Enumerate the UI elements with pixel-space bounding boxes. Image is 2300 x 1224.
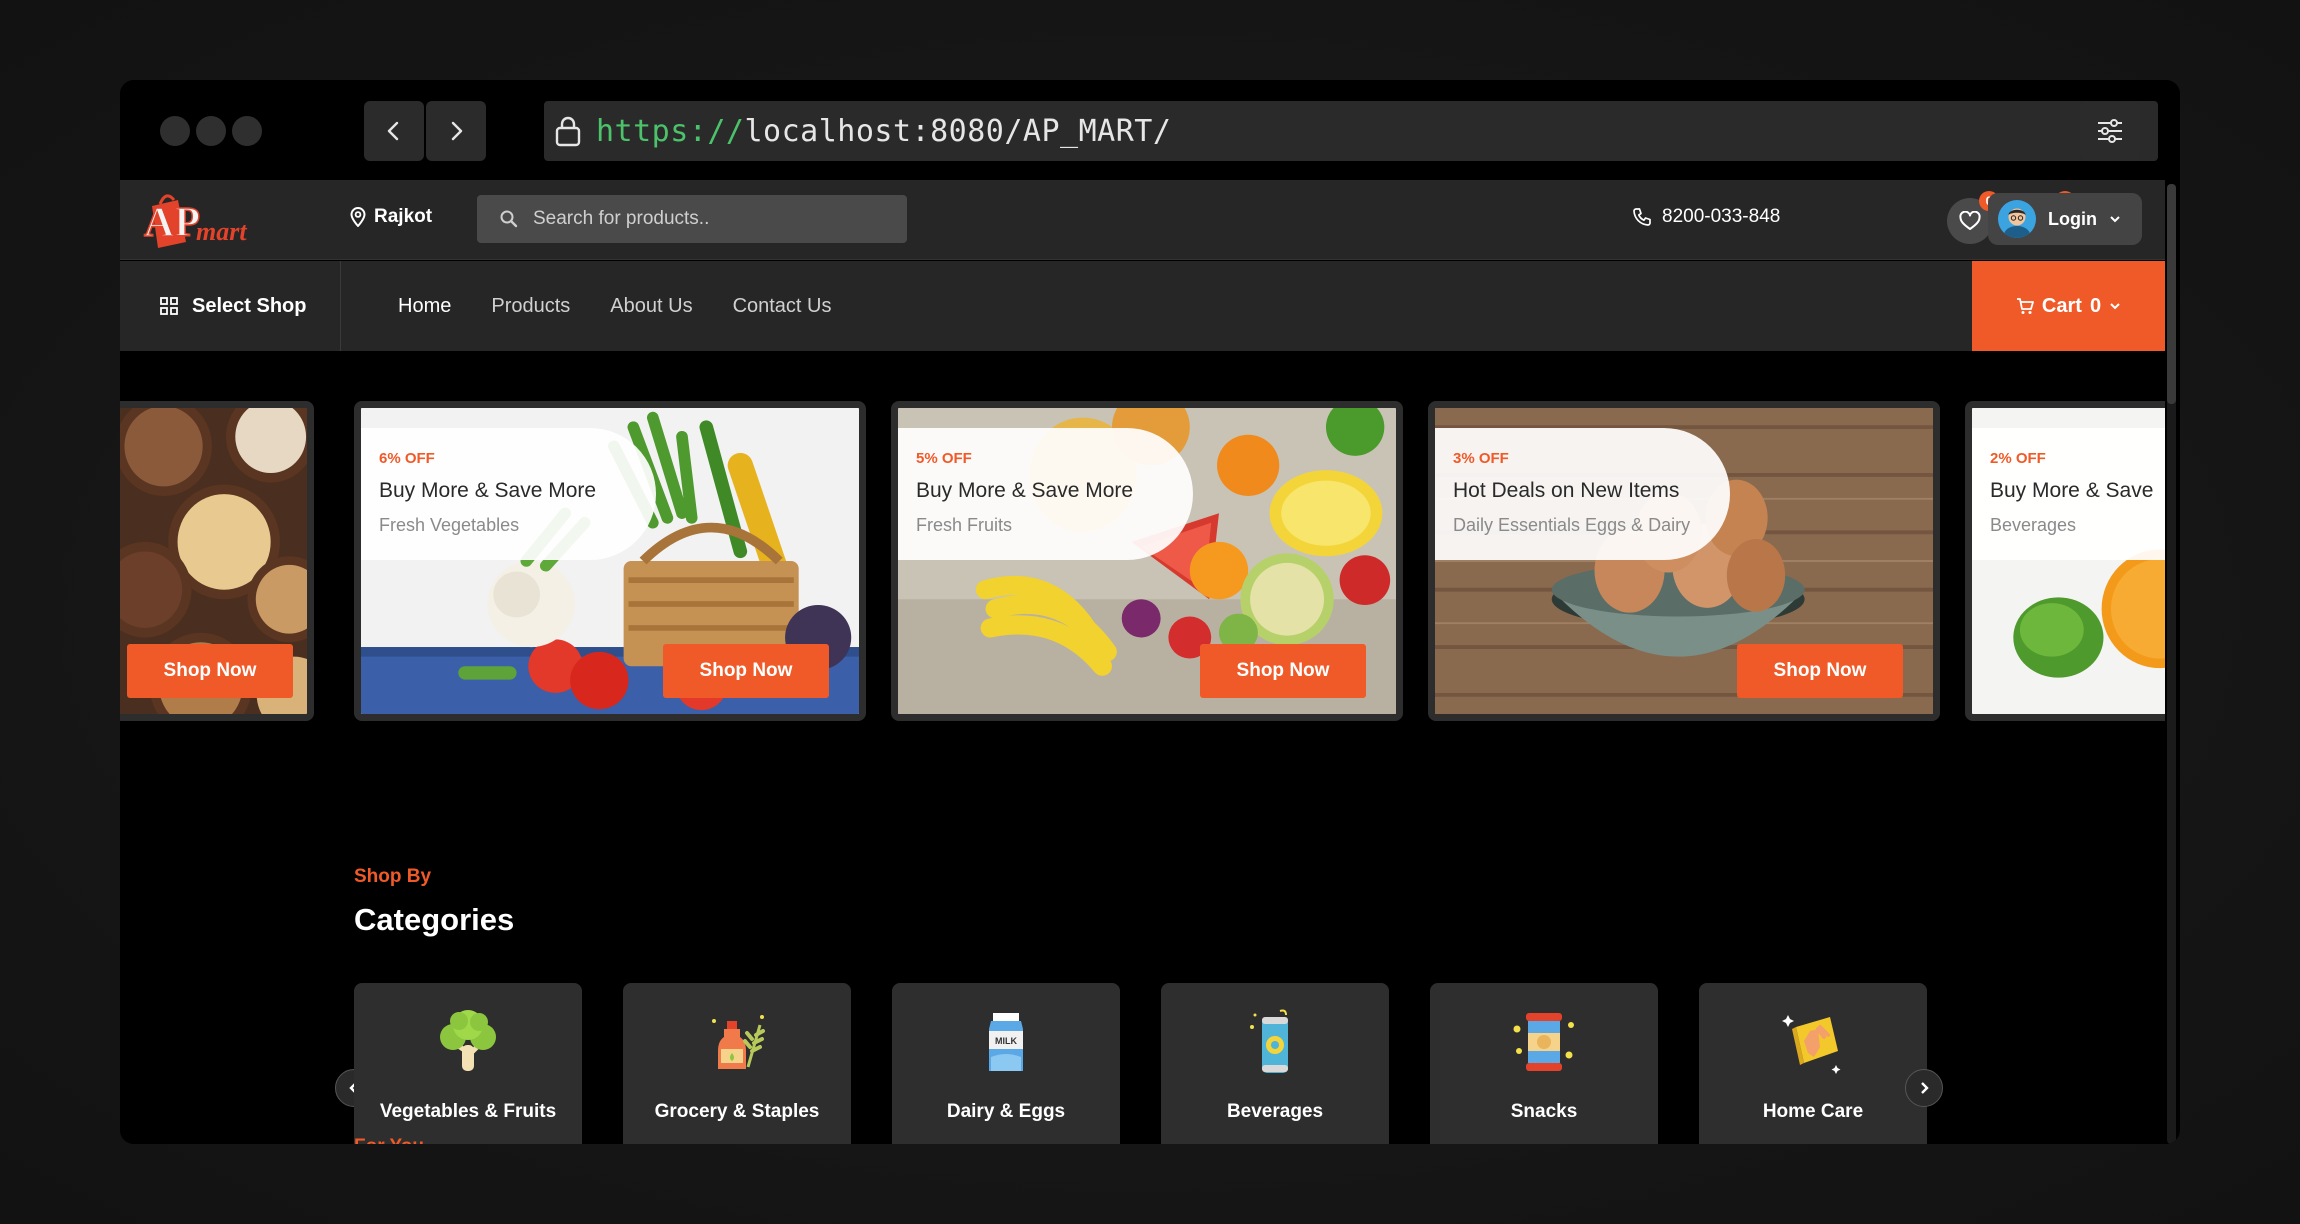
login-label: Login — [2048, 208, 2097, 229]
categories-title: Categories — [354, 902, 515, 937]
nav-divider — [340, 261, 341, 351]
banner-title: Buy More & Save More — [379, 479, 597, 502]
browser-toolbar: https://localhost:8080/AP_MART/ — [120, 80, 2180, 180]
category-card-beverages[interactable]: Beverages — [1161, 983, 1389, 1144]
wishlist-button[interactable]: 0 — [1947, 191, 1999, 244]
category-card-home-care[interactable]: Home Care — [1699, 983, 1927, 1144]
forward-button[interactable] — [426, 101, 486, 161]
chevron-down-icon — [2110, 216, 2120, 223]
search-icon — [500, 210, 518, 228]
product-search[interactable] — [477, 195, 907, 243]
location-label: Rajkot — [374, 206, 433, 227]
nav-links: Home Products About Us Contact Us — [398, 261, 832, 351]
category-card-dairy-eggs[interactable]: MILK Dairy & Eggs — [892, 983, 1120, 1144]
discount-label: 6% OFF — [379, 450, 435, 467]
shop-now-button[interactable]: Shop Now — [1737, 644, 1903, 698]
browser-settings-button[interactable] — [2080, 101, 2140, 161]
banner-subtitle: Daily Essentials Eggs & Dairy — [1453, 515, 1691, 535]
apmart-logo[interactable]: AP mart — [138, 186, 250, 252]
window-control-close[interactable] — [160, 116, 190, 146]
svg-text:MILK: MILK — [995, 1036, 1017, 1046]
cart-count: 0 — [2089, 294, 2102, 317]
soda-can-icon — [1250, 1009, 1288, 1073]
banner-subtitle: Beverages — [1990, 515, 2077, 535]
browser-window: https://localhost:8080/AP_MART/ AP mart … — [120, 80, 2180, 1144]
settings-sliders-icon — [2098, 119, 2122, 143]
svg-text:AP: AP — [144, 200, 200, 246]
shop-now-button[interactable]: Shop Now — [1200, 644, 1366, 698]
banner-subtitle: Fresh Fruits — [916, 515, 1013, 535]
categories-next-button[interactable] — [1905, 1069, 1943, 1107]
category-label: Home Care — [1762, 1101, 1864, 1122]
broccoli-icon — [440, 1010, 496, 1071]
login-button[interactable]: Login — [1988, 193, 2142, 245]
category-card-snacks[interactable]: Snacks — [1430, 983, 1658, 1144]
site-header: AP mart Rajkot Search for products.. 820… — [120, 180, 2165, 260]
window-control-minimize[interactable] — [196, 116, 226, 146]
nav-link-contact-us[interactable]: Contact Us — [733, 295, 832, 318]
search-input[interactable] — [533, 208, 893, 230]
milk-carton-icon: MILK — [989, 1013, 1023, 1071]
banner-subtitle: Fresh Vegetables — [379, 515, 520, 535]
categories-eyebrow: Shop By — [354, 866, 432, 887]
discount-label: 5% OFF — [916, 450, 972, 467]
banner-text-bubble: 6% OFF Buy More & Save More Fresh Vegeta… — [361, 428, 656, 560]
cart-label: Cart — [2041, 294, 2082, 317]
banner-title: Buy More & Save — [1990, 479, 2154, 502]
banner-text-bubble: 2% OFF Buy More & Save Beverages — [1972, 428, 2165, 560]
promo-banner-eggs[interactable]: 3% OFF Hot Deals on New Items Daily Esse… — [1428, 401, 1940, 721]
page-scrollbar-thumb[interactable] — [2167, 184, 2176, 404]
banner-text-bubble: 5% OFF Buy More & Save More Fresh Fruits — [898, 428, 1193, 560]
select-shop-button[interactable]: Select Shop — [160, 261, 340, 351]
banner-title: Buy More & Save More — [916, 479, 1134, 502]
category-card-grocery-staples[interactable]: Grocery & Staples — [623, 983, 851, 1144]
category-label: Beverages — [1226, 1101, 1324, 1122]
phone-icon — [1633, 208, 1651, 226]
main-navigation: Select Shop Home Products About Us Conta… — [120, 261, 2165, 351]
nav-link-home[interactable]: Home — [398, 295, 451, 318]
svg-text:mart: mart — [196, 217, 247, 246]
promo-banner-nuts[interactable]: Shop Now — [120, 401, 314, 721]
cart-button[interactable]: Cart 0 — [1972, 261, 2165, 351]
forward-icon — [451, 121, 463, 141]
phone-contact[interactable]: 8200-033-848 — [1632, 206, 1780, 228]
promo-banner-beverages[interactable]: 2% OFF Buy More & Save Beverages — [1965, 401, 2165, 721]
select-shop-label: Select Shop — [192, 294, 307, 317]
address-bar[interactable]: https://localhost:8080/AP_MART/ — [544, 101, 2158, 161]
promo-banner-fruits[interactable]: 5% OFF Buy More & Save More Fresh Fruits… — [891, 401, 1403, 721]
location-selector[interactable]: Rajkot — [350, 206, 432, 228]
nav-link-about-us[interactable]: About Us — [610, 295, 692, 318]
category-label: Dairy & Eggs — [946, 1101, 1066, 1122]
nav-link-products[interactable]: Products — [491, 295, 570, 318]
lock-icon — [555, 116, 581, 147]
snack-jar-icon — [1513, 1013, 1574, 1071]
grid-icon — [160, 297, 178, 315]
shop-now-button[interactable]: Shop Now — [663, 644, 829, 698]
category-label: Vegetables & Fruits — [379, 1101, 557, 1122]
banner-title: Hot Deals on New Items — [1453, 479, 1680, 502]
cleaning-sponge-icon — [1782, 1015, 1841, 1074]
category-label: Grocery & Staples — [654, 1101, 820, 1122]
discount-label: 3% OFF — [1453, 450, 1509, 467]
cart-icon — [2016, 298, 2034, 314]
phone-number: 8200-033-848 — [1662, 206, 1781, 227]
discount-label: 2% OFF — [1990, 450, 2046, 467]
window-control-maximize[interactable] — [232, 116, 262, 146]
category-card-vegetables-fruits[interactable]: Vegetables & Fruits — [354, 983, 582, 1144]
promo-banner-vegetables[interactable]: 6% OFF Buy More & Save More Fresh Vegeta… — [354, 401, 866, 721]
oil-bottle-wheat-icon — [712, 1015, 765, 1069]
webpage: AP mart Rajkot Search for products.. 820… — [120, 180, 2165, 1144]
back-icon — [387, 121, 399, 141]
heart-icon — [1959, 211, 1981, 230]
avatar — [1998, 200, 2036, 238]
back-button[interactable] — [364, 101, 424, 161]
chevron-right-icon — [1921, 1082, 1929, 1094]
chevron-down-icon — [2110, 303, 2120, 310]
map-pin-icon — [350, 207, 366, 227]
banner-text-bubble: 3% OFF Hot Deals on New Items Daily Esse… — [1435, 428, 1730, 560]
url-text: https://localhost:8080/AP_MART/ — [596, 113, 1172, 149]
category-label: Snacks — [1510, 1101, 1578, 1122]
shop-now-button[interactable]: Shop Now — [127, 644, 293, 698]
next-section-eyebrow: For You — [354, 1136, 424, 1144]
